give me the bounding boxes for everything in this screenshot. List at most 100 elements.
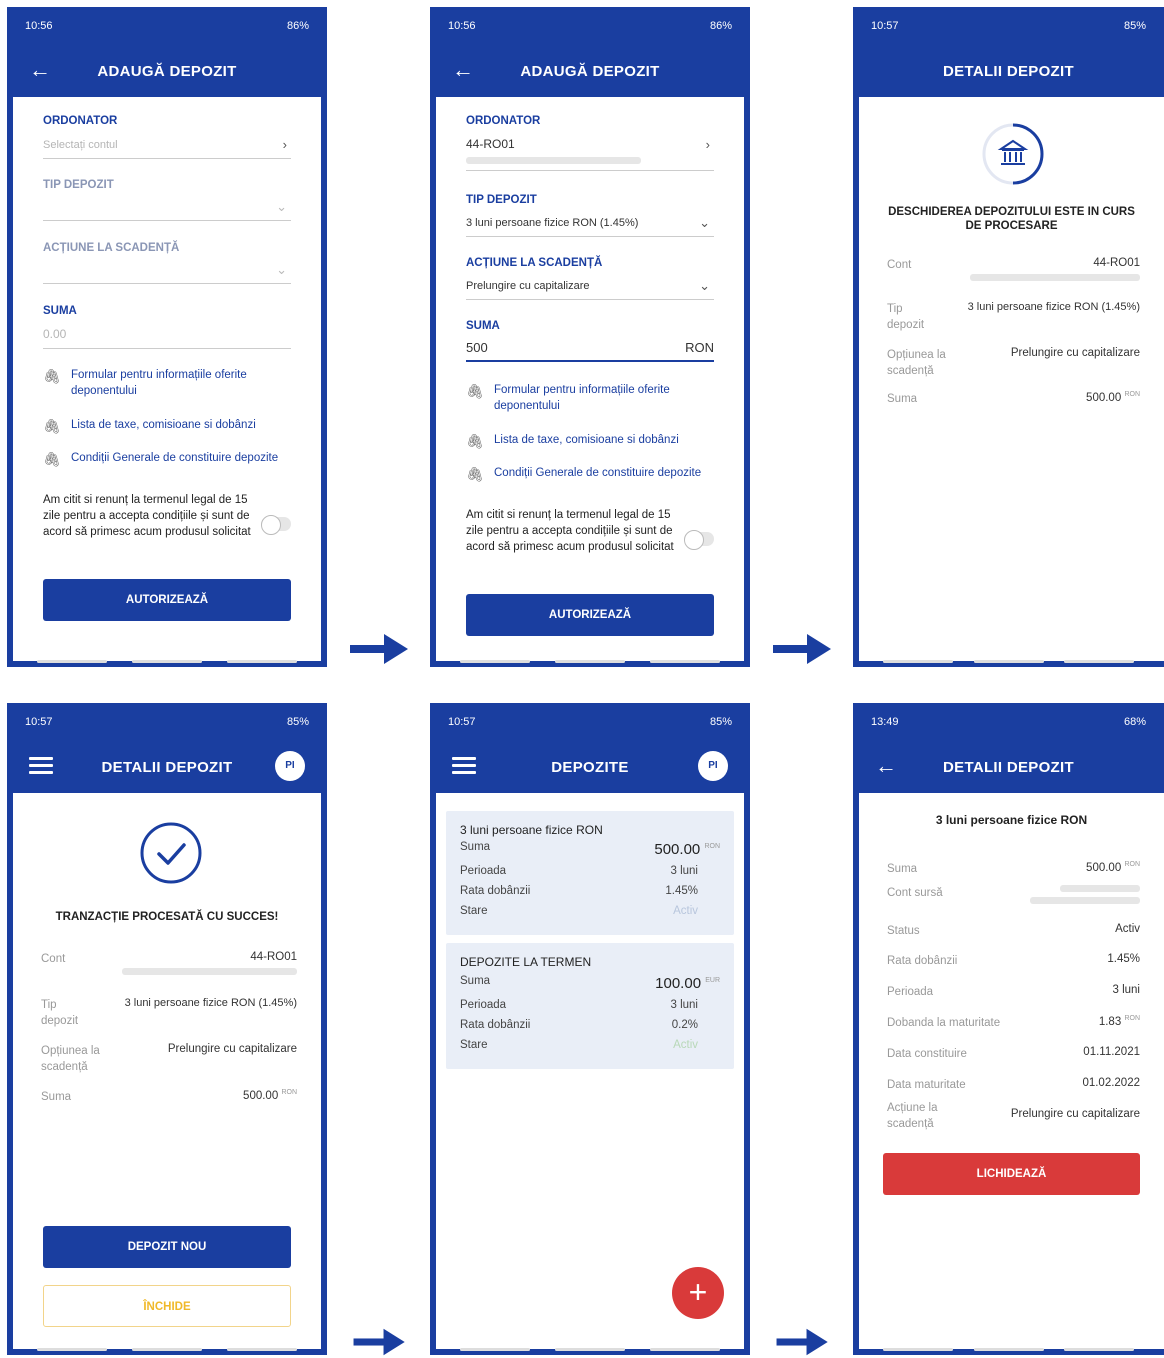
avatar[interactable]: PI bbox=[698, 751, 728, 781]
nav-bar bbox=[883, 660, 1134, 663]
masked-account bbox=[1060, 885, 1140, 892]
page-title: ADAUGĂ DEPOZIT bbox=[520, 63, 660, 80]
detail-key: Suma bbox=[41, 1091, 72, 1103]
masked-iban bbox=[1030, 897, 1140, 904]
account-select[interactable]: 44-RO01 › bbox=[466, 137, 714, 171]
doc-link-label: Formular pentru informațiile oferite dep… bbox=[494, 384, 670, 412]
detail-row-cont: Cont 44-RO01 bbox=[887, 257, 1140, 287]
actiune-select[interactable]: ⌄ bbox=[43, 262, 291, 284]
close-button[interactable]: ÎNCHIDE bbox=[43, 1285, 291, 1327]
status-bar: 13:49 68% bbox=[853, 703, 1164, 741]
details-content: TRANZACȚIE PROCESATĂ CU SUCCES! Cont 44-… bbox=[13, 793, 321, 1349]
deposit-card[interactable]: DEPOZITE LA TERMEN Suma 100.00 EUR Perio… bbox=[446, 943, 734, 1069]
card-status: Activ bbox=[673, 1039, 698, 1051]
detail-row-suma: Suma 500.00 RON bbox=[887, 391, 1140, 411]
form-content: ORDONATOR Selectați contul › TIP DEPOZIT… bbox=[13, 97, 321, 661]
doc-link-formular[interactable]: 🖇 Formular pentru informațiile oferite d… bbox=[466, 382, 724, 414]
status-battery: 86% bbox=[286, 20, 309, 32]
tip-label: TIP DEPOZIT bbox=[43, 179, 114, 191]
nav-bar bbox=[37, 660, 297, 663]
app-header: DETALII DEPOZIT bbox=[853, 47, 1164, 97]
card-value: 3 luni bbox=[670, 999, 699, 1011]
doc-link-taxe[interactable]: 🖇 Lista de taxe, comisioane si dobânzi bbox=[43, 417, 301, 434]
card-key: Perioada bbox=[460, 999, 507, 1011]
detail-key: Cont bbox=[41, 953, 66, 965]
detail-value: Prelungire cu capitalizare bbox=[1010, 347, 1140, 359]
card-title: DEPOZITE LA TERMEN bbox=[460, 955, 592, 969]
doc-link-taxe[interactable]: 🖇 Lista de taxe, comisioane si dobânzi bbox=[466, 432, 724, 449]
tip-select[interactable]: ⌄ bbox=[43, 199, 291, 221]
suma-input[interactable]: 0.00 bbox=[43, 327, 291, 349]
deposit-heading: 3 luni persoane fizice RON bbox=[935, 813, 1088, 827]
bank-processing-icon bbox=[982, 123, 1044, 185]
doc-link-label: Lista de taxe, comisioane si dobânzi bbox=[494, 434, 679, 446]
account-placeholder: Selectați contul bbox=[43, 139, 118, 151]
new-deposit-button[interactable]: DEPOZIT NOU bbox=[43, 1226, 291, 1268]
doc-link-conditii[interactable]: 🖇 Condiții Generale de constituire depoz… bbox=[43, 450, 301, 467]
detail-row-cont: Cont 44-RO01 bbox=[41, 951, 297, 981]
detail-value: Prelungire cu capitalizare bbox=[167, 1043, 297, 1055]
detail-row-actiune: Acțiune la scadență Prelungire cu capita… bbox=[887, 1100, 1140, 1134]
actiune-label: ACȚIUNE LA SCADENȚĂ bbox=[43, 242, 180, 254]
flow-arrow-icon bbox=[353, 1328, 405, 1356]
terms-text: Am citit si renunț la termenul legal de … bbox=[466, 509, 674, 553]
account-select[interactable]: Selectați contul › bbox=[43, 137, 291, 159]
status-battery: 68% bbox=[1123, 716, 1146, 728]
detail-key: Status bbox=[887, 925, 920, 937]
paperclip-icon: 🖇 bbox=[43, 451, 61, 467]
status-bar: 10:57 85% bbox=[7, 703, 327, 741]
nav-bar bbox=[460, 1348, 720, 1351]
detail-row-data-constituire: Data constituire 01.11.2021 bbox=[887, 1046, 1140, 1064]
status-battery: 85% bbox=[286, 716, 309, 728]
paperclip-icon: 🖇 bbox=[466, 383, 484, 399]
screen-deposits-list: 10:57 85% DEPOZITE PI 3 luni persoane fi… bbox=[430, 703, 750, 1355]
card-key: Suma bbox=[460, 841, 491, 853]
doc-link-label: Condiții Generale de constituire depozit… bbox=[494, 467, 702, 479]
card-title: 3 luni persoane fizice RON bbox=[460, 823, 603, 837]
authorize-button[interactable]: AUTORIZEAZĂ bbox=[466, 594, 714, 636]
authorize-button[interactable]: AUTORIZEAZĂ bbox=[43, 579, 291, 621]
detail-key: Tip depozit bbox=[887, 303, 925, 331]
doc-link-formular[interactable]: 🖇 Formular pentru informațiile oferite d… bbox=[43, 367, 301, 399]
status-time: 10:57 bbox=[871, 20, 899, 32]
actiune-select[interactable]: Prelungire cu capitalizare ⌄ bbox=[466, 278, 714, 300]
status-time: 10:57 bbox=[25, 716, 53, 728]
detail-value: 500.00 RON bbox=[243, 1089, 297, 1102]
detail-value: 01.02.2022 bbox=[1082, 1077, 1140, 1089]
detail-row-perioada: Perioada 3 luni bbox=[887, 984, 1140, 1002]
terms-toggle[interactable] bbox=[684, 530, 714, 550]
card-amount: 100.00 EUR bbox=[655, 975, 720, 992]
status-time: 10:56 bbox=[25, 20, 53, 32]
detail-row-status: Status Activ bbox=[887, 923, 1140, 941]
actiune-value: Prelungire cu capitalizare bbox=[466, 280, 590, 292]
deposit-card[interactable]: 3 luni persoane fizice RON Suma 500.00 R… bbox=[446, 811, 734, 935]
form-content: ORDONATOR 44-RO01 › TIP DEPOZIT 3 luni p… bbox=[436, 97, 744, 661]
card-key: Rata dobânzii bbox=[460, 1019, 531, 1031]
nav-bar bbox=[37, 1348, 297, 1351]
detail-key: Suma bbox=[887, 393, 918, 405]
add-deposit-fab[interactable]: + bbox=[672, 1267, 724, 1319]
status-time: 10:57 bbox=[448, 716, 476, 728]
tip-select[interactable]: 3 luni persoane fizice RON (1.45%) ⌄ bbox=[466, 215, 714, 237]
nav-bar bbox=[883, 1348, 1134, 1351]
terms-toggle[interactable] bbox=[261, 515, 291, 535]
detail-value: Prelungire cu capitalizare bbox=[1010, 1108, 1140, 1120]
avatar[interactable]: PI bbox=[275, 751, 305, 781]
suma-placeholder: 0.00 bbox=[43, 327, 67, 341]
detail-row-rata: Rata dobânzii 1.45% bbox=[887, 953, 1140, 971]
suma-input[interactable]: 500 RON bbox=[466, 340, 714, 362]
app-header: ← ADAUGĂ DEPOZIT bbox=[430, 47, 750, 97]
card-value: 1.45% bbox=[665, 885, 698, 897]
detail-row-dobanda: Dobanda la maturitate 1.83 RON bbox=[887, 1015, 1140, 1033]
masked-iban bbox=[122, 968, 297, 975]
tip-label: TIP DEPOZIT bbox=[466, 194, 537, 206]
detail-row-tip: Tip depozit 3 luni persoane fizice RON (… bbox=[887, 301, 1140, 335]
detail-value: 3 luni persoane fizice RON (1.45%) bbox=[967, 301, 1140, 313]
detail-key: Acțiune la scadență bbox=[887, 1102, 938, 1130]
account-value: 44-RO01 bbox=[466, 137, 515, 151]
liquidate-button[interactable]: LICHIDEAZĂ bbox=[883, 1153, 1140, 1195]
card-key: Suma bbox=[460, 975, 491, 987]
detail-value: 44-RO01 bbox=[1093, 257, 1140, 269]
doc-link-conditii[interactable]: 🖇 Condiții Generale de constituire depoz… bbox=[466, 465, 724, 482]
detail-row-optiune: Opțiunea la scadență Prelungire cu capit… bbox=[887, 347, 1140, 381]
